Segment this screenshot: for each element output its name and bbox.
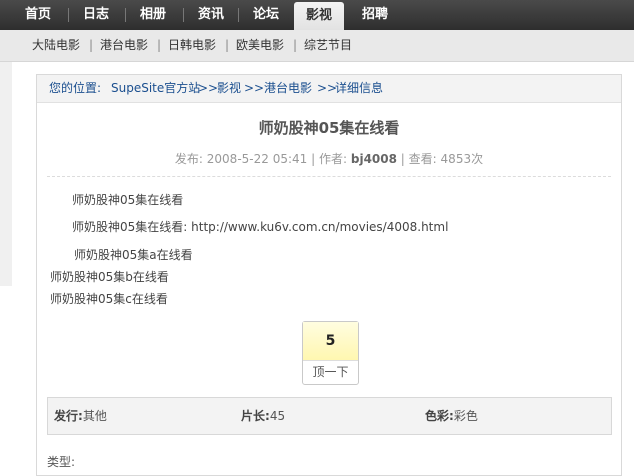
paragraph-text: 师奶股神05集在线看: xyxy=(72,220,188,234)
meta-separator: | xyxy=(311,152,316,166)
article-title: 师奶股神05集在线看 xyxy=(258,119,400,137)
nav-separator xyxy=(238,8,239,22)
published-date: 2008-5-22 05:41 xyxy=(206,152,308,166)
subnav-item-jp-kr[interactable]: 日韩电影 xyxy=(168,30,216,61)
nav-separator xyxy=(183,8,184,22)
article-paragraph: 师奶股神05集在线看: http://www.ku6v.com.cn/movie… xyxy=(72,218,448,235)
breadcrumb-separator: >> xyxy=(198,81,219,95)
author-link[interactable]: bj4008 xyxy=(351,152,397,166)
nav-item-album[interactable]: 相册 xyxy=(129,0,177,30)
nav-item-forum[interactable]: 论坛 xyxy=(242,0,290,30)
divider xyxy=(47,176,611,177)
sub-nav: 大陆电影 | 港台电影 | 日韩电影 | 欧美电影 | 综艺节目 xyxy=(0,30,634,62)
author-label: 作者: xyxy=(318,152,348,166)
article-meta: 发布: 2008-5-22 05:41 | 作者: bj4008 | 查看: 4… xyxy=(37,150,621,167)
subnav-item-variety[interactable]: 综艺节目 xyxy=(304,30,352,61)
subnav-separator: | xyxy=(157,38,162,52)
meta-separator: | xyxy=(400,152,405,166)
article-line: 师奶股神05集a在线看 xyxy=(74,248,193,262)
color-field: 色彩:彩色 xyxy=(425,398,478,434)
published-label: 发布: xyxy=(174,152,203,166)
subnav-separator: | xyxy=(225,38,230,52)
nav-item-home[interactable]: 首页 xyxy=(14,0,62,30)
subnav-item-hk-tw[interactable]: 港台电影 xyxy=(100,30,148,61)
issuer-label: 发行: xyxy=(54,409,83,423)
nav-item-blog[interactable]: 日志 xyxy=(72,0,120,30)
views-label: 查看: xyxy=(408,152,437,166)
breadcrumb-separator: >> xyxy=(244,81,265,95)
breadcrumb-link-movies[interactable]: 影视 xyxy=(217,75,241,102)
subnav-item-mainland[interactable]: 大陆电影 xyxy=(32,30,80,61)
article-line: 师奶股神05集c在线看 xyxy=(50,292,168,306)
nav-item-movies[interactable]: 影视 xyxy=(294,2,344,30)
left-gutter xyxy=(0,62,12,286)
breadcrumb-link-site[interactable]: SupeSite官方站 xyxy=(111,75,200,102)
vote-count: 5 xyxy=(303,322,358,361)
movie-link[interactable]: http://www.ku6v.com.cn/movies/4008.html xyxy=(191,220,448,234)
nav-separator xyxy=(125,8,126,22)
views-count: 4853次 xyxy=(440,152,484,166)
length-label: 片长: xyxy=(241,409,270,423)
top-nav: 首页 日志 相册 资讯 论坛 影视 招聘 xyxy=(0,0,634,30)
vote-button[interactable]: 5 顶一下 xyxy=(302,321,359,385)
breadcrumb-link-hk-tw[interactable]: 港台电影 xyxy=(264,75,312,102)
color-label: 色彩: xyxy=(425,409,454,423)
breadcrumb: 您的位置: SupeSite官方站 >> 影视 >> 港台电影 >> 详细信息 xyxy=(37,75,621,103)
subnav-item-western[interactable]: 欧美电影 xyxy=(236,30,284,61)
issuer-field: 发行:其他 xyxy=(54,398,107,434)
content-panel: 您的位置: SupeSite官方站 >> 影视 >> 港台电影 >> 详细信息 … xyxy=(36,74,622,476)
nav-separator xyxy=(68,8,69,22)
nav-item-jobs[interactable]: 招聘 xyxy=(350,0,400,30)
breadcrumb-prefix: 您的位置: xyxy=(49,81,102,95)
vote-label: 顶一下 xyxy=(312,365,349,379)
nav-item-news[interactable]: 资讯 xyxy=(187,0,235,30)
genre-label: 类型: xyxy=(47,455,76,469)
issuer-value: 其他 xyxy=(82,409,107,423)
subnav-separator: | xyxy=(293,38,298,52)
length-value: 45 xyxy=(269,409,286,423)
length-field: 片长:45 xyxy=(241,398,285,434)
color-value: 彩色 xyxy=(453,409,478,423)
article-paragraph: 师奶股神05集在线看 xyxy=(72,193,184,207)
movie-info-bar: 发行:其他 片长:45 色彩:彩色 xyxy=(47,397,612,435)
subnav-separator: | xyxy=(89,38,94,52)
breadcrumb-current: 详细信息 xyxy=(335,81,384,95)
article-line: 师奶股神05集b在线看 xyxy=(50,270,169,284)
